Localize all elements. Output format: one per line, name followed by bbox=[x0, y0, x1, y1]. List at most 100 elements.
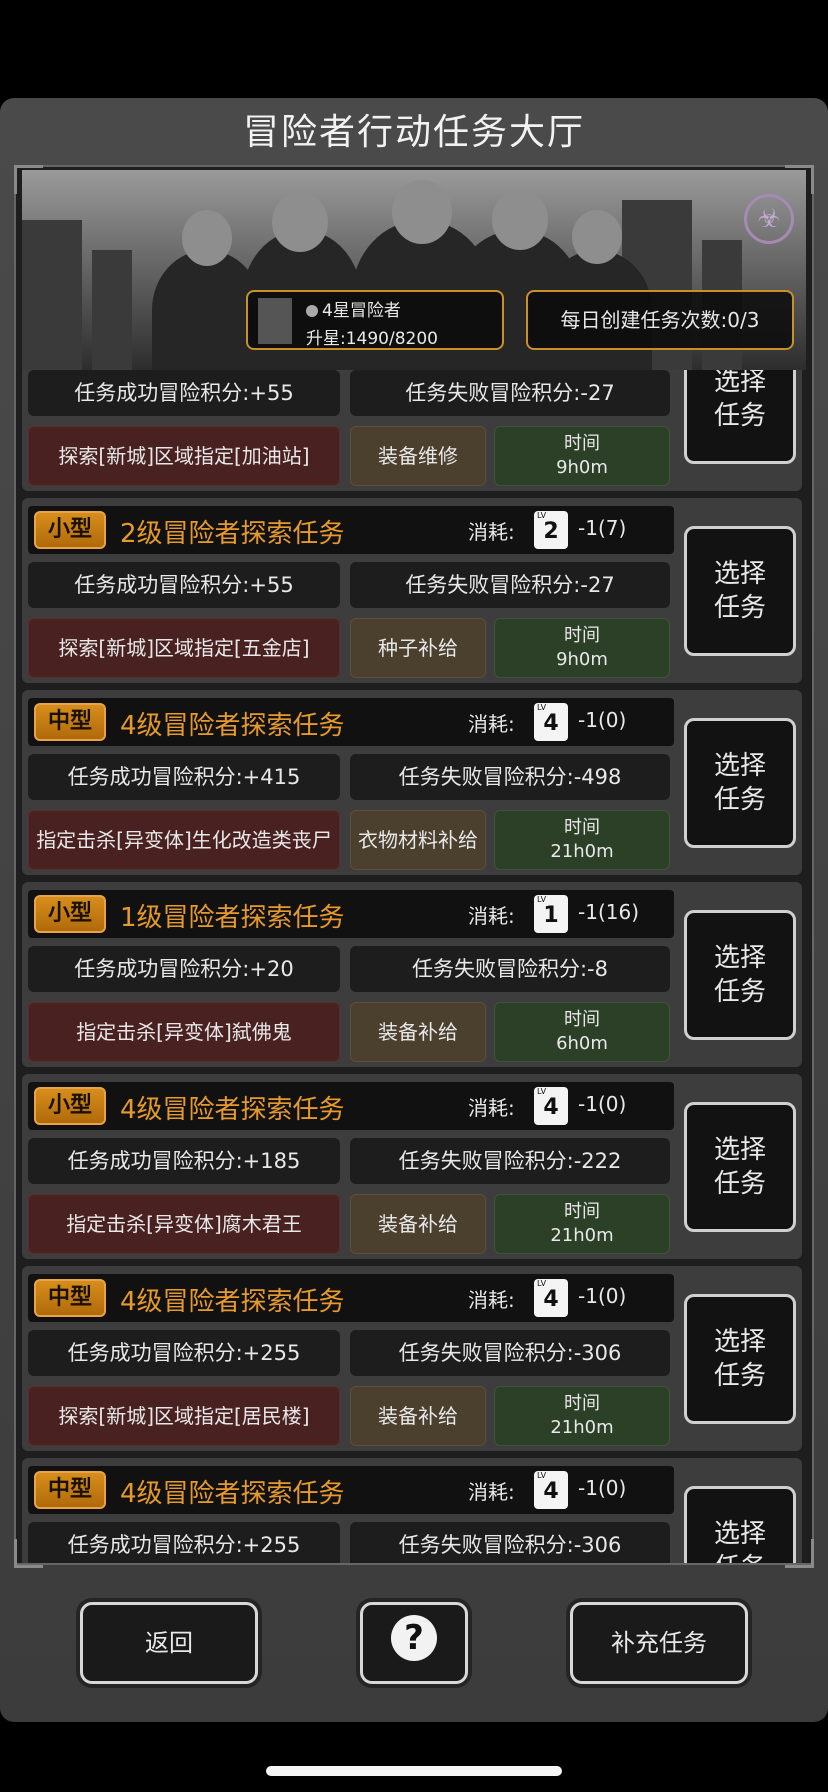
select-task-button[interactable]: 选择任务 bbox=[684, 370, 796, 464]
success-points: 任务成功冒险积分:+415 bbox=[28, 754, 340, 800]
select-task-button[interactable]: 选择任务 bbox=[684, 1102, 796, 1232]
task-reward: 装备维修 bbox=[350, 426, 486, 486]
task-time: 时间 9h0m bbox=[494, 426, 670, 486]
task-location: 探索[新城]区域指定[居民楼] bbox=[28, 1386, 340, 1446]
task-location: 指定击杀[异变体]生化改造类丧尸 bbox=[28, 810, 340, 870]
task-card: 小型 1级冒险者探索任务 消耗: LV 1 -1(16) 任务成功冒险积分:+20 任务失败冒… bbox=[22, 882, 802, 1067]
task-name: 4级冒险者探索任务 bbox=[120, 1479, 345, 1509]
task-cost: 消耗: LV 4 -1(0) bbox=[438, 698, 674, 746]
cost-label: 消耗: bbox=[468, 1480, 515, 1504]
task-header: 中型 4级冒险者探索任务 消耗: LV 4 -1(0) bbox=[28, 1466, 674, 1514]
back-button[interactable]: 返回 bbox=[80, 1602, 258, 1684]
task-location: 指定击杀[异变体]腐木君王 bbox=[28, 1194, 340, 1254]
daily-count: 每日创建任务次数:0/3 bbox=[526, 290, 794, 350]
select-task-button[interactable]: 选择任务 bbox=[684, 1486, 796, 1563]
task-time: 时间 9h0m bbox=[494, 618, 670, 678]
bottom-bar: 返回 ? 补充任务 bbox=[0, 1580, 828, 1700]
task-cost: 消耗: LV 4 -1(0) bbox=[438, 1082, 674, 1130]
help-button[interactable]: ? bbox=[360, 1602, 468, 1684]
frame-corner bbox=[785, 165, 814, 194]
cost-value: -1(0) bbox=[578, 1284, 627, 1308]
cost-value: -1(0) bbox=[578, 1092, 627, 1116]
fail-points: 任务失败冒险积分:-8 bbox=[350, 946, 670, 992]
frame-corner bbox=[14, 165, 43, 194]
task-size-badge: 小型 bbox=[34, 1087, 106, 1125]
fail-points: 任务失败冒险积分:-27 bbox=[350, 562, 670, 608]
task-card: 中型 4级冒险者探索任务 消耗: LV 4 -1(0) 任务成功冒险积分:+255 任务失败冒… bbox=[22, 1458, 802, 1563]
home-indicator bbox=[266, 1766, 562, 1776]
fail-points: 任务失败冒险积分:-27 bbox=[350, 370, 670, 416]
select-task-button[interactable]: 选择任务 bbox=[684, 910, 796, 1040]
success-points: 任务成功冒险积分:+55 bbox=[28, 370, 340, 416]
task-location: 探索[新城]区域指定[加油站] bbox=[28, 426, 340, 486]
biohazard-icon: ☣ bbox=[744, 194, 794, 244]
cost-label: 消耗: bbox=[468, 520, 515, 544]
task-reward: 装备补给 bbox=[350, 1194, 486, 1254]
task-list[interactable]: 任务成功冒险积分:+55 任务失败冒险积分:-27 探索[新城]区域指定[加油站… bbox=[16, 370, 812, 1563]
select-task-button[interactable]: 选择任务 bbox=[684, 526, 796, 656]
task-header: 小型 4级冒险者探索任务 消耗: LV 4 -1(0) bbox=[28, 1082, 674, 1130]
fail-points: 任务失败冒险积分:-222 bbox=[350, 1138, 670, 1184]
frame-corner bbox=[785, 1539, 814, 1568]
task-card: 任务成功冒险积分:+55 任务失败冒险积分:-27 探索[新城]区域指定[加油站… bbox=[22, 370, 802, 491]
cost-label: 消耗: bbox=[468, 712, 515, 736]
refill-tasks-button[interactable]: 补充任务 bbox=[570, 1602, 748, 1684]
task-reward: 种子补给 bbox=[350, 618, 486, 678]
task-name: 4级冒险者探索任务 bbox=[120, 711, 345, 741]
task-reward: 装备补给 bbox=[350, 1002, 486, 1062]
avatar bbox=[258, 298, 292, 344]
task-cost: 消耗: LV 4 -1(0) bbox=[438, 1274, 674, 1322]
task-card: 小型 2级冒险者探索任务 消耗: LV 2 -1(7) 任务成功冒险积分:+55 任务失败冒险… bbox=[22, 498, 802, 683]
task-card: 小型 4级冒险者探索任务 消耗: LV 4 -1(0) 任务成功冒险积分:+185 任务失败冒… bbox=[22, 1074, 802, 1259]
task-name: 2级冒险者探索任务 bbox=[120, 519, 345, 549]
task-reward: 衣物材料补给 bbox=[350, 810, 486, 870]
task-name: 1级冒险者探索任务 bbox=[120, 903, 345, 933]
success-points: 任务成功冒险积分:+20 bbox=[28, 946, 340, 992]
star-progress: 升星:1490/8200 bbox=[306, 329, 438, 349]
fail-points: 任务失败冒险积分:-306 bbox=[350, 1330, 670, 1376]
level-card-icon: LV 4 bbox=[534, 1087, 568, 1125]
task-size-badge: 中型 bbox=[34, 1471, 106, 1509]
task-size-badge: 中型 bbox=[34, 703, 106, 741]
success-points: 任务成功冒险积分:+255 bbox=[28, 1330, 340, 1376]
cost-value: -1(7) bbox=[578, 516, 627, 540]
select-task-button[interactable]: 选择任务 bbox=[684, 718, 796, 848]
task-header: 中型 4级冒险者探索任务 消耗: LV 4 -1(0) bbox=[28, 1274, 674, 1322]
success-points: 任务成功冒险积分:+185 bbox=[28, 1138, 340, 1184]
level-card-icon: LV 4 bbox=[534, 1279, 568, 1317]
frame-corner bbox=[14, 1539, 43, 1568]
page-title: 冒险者行动任务大厅 bbox=[242, 112, 585, 153]
task-time: 时间 6h0m bbox=[494, 1002, 670, 1062]
task-cost: 消耗: LV 4 -1(0) bbox=[438, 1466, 674, 1514]
task-header: 小型 1级冒险者探索任务 消耗: LV 1 -1(16) bbox=[28, 890, 674, 938]
cost-label: 消耗: bbox=[468, 1096, 515, 1120]
rank-dot-icon bbox=[306, 305, 318, 317]
task-size-badge: 中型 bbox=[34, 1279, 106, 1317]
cost-value: -1(0) bbox=[578, 708, 627, 732]
task-time: 时间 21h0m bbox=[494, 1386, 670, 1446]
select-task-button[interactable]: 选择任务 bbox=[684, 1294, 796, 1424]
task-time: 时间 21h0m bbox=[494, 1194, 670, 1254]
task-header: 中型 4级冒险者探索任务 消耗: LV 4 -1(0) bbox=[28, 698, 674, 746]
fail-points: 任务失败冒险积分:-498 bbox=[350, 754, 670, 800]
level-card-icon: LV 4 bbox=[534, 703, 568, 741]
task-card: 中型 4级冒险者探索任务 消耗: LV 4 -1(0) 任务成功冒险积分:+255 任务失败冒… bbox=[22, 1266, 802, 1451]
rank-panel: 4星冒险者 升星:1490/8200 bbox=[246, 290, 504, 350]
level-card-icon: LV 1 bbox=[534, 895, 568, 933]
task-size-badge: 小型 bbox=[34, 895, 106, 933]
task-location: 指定击杀[异变体]弑佛鬼 bbox=[28, 1002, 340, 1062]
cost-label: 消耗: bbox=[468, 904, 515, 928]
task-name: 4级冒险者探索任务 bbox=[120, 1095, 345, 1125]
task-name: 4级冒险者探索任务 bbox=[120, 1287, 345, 1317]
cost-label: 消耗: bbox=[468, 1288, 515, 1312]
success-points: 任务成功冒险积分:+255 bbox=[28, 1522, 340, 1563]
task-header: 小型 2级冒险者探索任务 消耗: LV 2 -1(7) bbox=[28, 506, 674, 554]
task-size-badge: 小型 bbox=[34, 511, 106, 549]
task-time: 时间 21h0m bbox=[494, 810, 670, 870]
level-card-icon: LV 4 bbox=[534, 1471, 568, 1509]
rank-name: 4星冒险者 bbox=[322, 301, 401, 321]
success-points: 任务成功冒险积分:+55 bbox=[28, 562, 340, 608]
task-card: 中型 4级冒险者探索任务 消耗: LV 4 -1(0) 任务成功冒险积分:+415 任务失败冒… bbox=[22, 690, 802, 875]
task-cost: 消耗: LV 1 -1(16) bbox=[438, 890, 674, 938]
fail-points: 任务失败冒险积分:-306 bbox=[350, 1522, 670, 1563]
